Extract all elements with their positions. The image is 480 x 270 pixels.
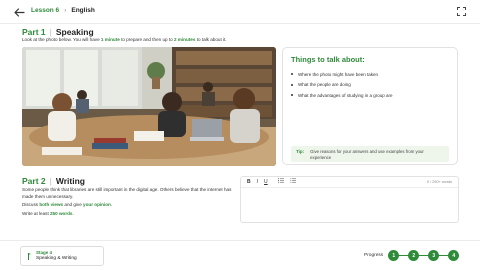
word-count: 0 / 250+ words [426, 180, 452, 184]
numbered-list-icon[interactable] [289, 177, 296, 188]
list-item: What the people are doing [291, 80, 393, 91]
list-item: What the advantages of studying in a gro… [291, 90, 393, 101]
heading-divider: | [49, 27, 52, 37]
underline-button[interactable]: U [264, 177, 268, 188]
back-arrow-icon[interactable] [13, 6, 25, 18]
part2-number: Part 2 [22, 176, 46, 186]
tip-text: Give reasons for your answers and use ex… [310, 149, 424, 160]
step-connector [439, 255, 449, 256]
top-bar: Lesson 6 › English [0, 0, 480, 24]
progress-label: Progress [364, 253, 384, 258]
essay-editor[interactable]: B I U 0 / 250+ words [240, 176, 459, 223]
bold-button[interactable]: B [247, 177, 251, 188]
editor-toolbar: B I U [241, 177, 458, 188]
breadcrumb-lesson[interactable]: Lesson 6 [31, 7, 59, 14]
heading-divider: | [49, 176, 52, 186]
part2-name: Writing [55, 176, 85, 186]
italic-button[interactable]: I [257, 177, 258, 188]
tip-box: Tip: Give reasons for your answers and u… [291, 146, 449, 162]
list-item: Where the photo might have been taken [291, 69, 393, 80]
fullscreen-icon[interactable] [457, 7, 466, 16]
flag-icon [26, 252, 31, 260]
part2-heading: Part 2 | Writing [22, 176, 85, 186]
part1-name: Speaking [55, 27, 94, 37]
stage-name: Speaking & Writing [36, 256, 77, 261]
breadcrumb: Lesson 6 › English [31, 7, 95, 14]
word-requirement: Write at least 250 words. [22, 211, 74, 216]
writing-prompt: Some people think that libraries are sti… [22, 187, 232, 199]
progress-step[interactable]: 2 [408, 250, 420, 261]
progress-step[interactable]: 3 [428, 250, 440, 261]
tip-label: Tip: [296, 149, 305, 154]
progress-step[interactable]: 1 [388, 250, 400, 261]
progress-tracker: Progress 1 2 3 4 [364, 250, 460, 261]
library-study-photo [22, 47, 276, 166]
breadcrumb-subject: English [71, 7, 95, 14]
talking-points-list: Where the photo might have been taken Wh… [291, 69, 393, 101]
stage-indicator[interactable]: Stage 4 Speaking & Writing [20, 246, 104, 266]
part1-number: Part 1 [22, 27, 46, 37]
chevron-right-icon: › [64, 7, 67, 14]
bulleted-list-icon[interactable] [277, 177, 284, 188]
step-connector [419, 255, 429, 256]
talking-points-card: Things to talk about: Where the photo mi… [282, 47, 458, 165]
part1-instructions: Look at the photo below. You will have 1… [22, 37, 227, 42]
writing-task: Discuss both views and give your opinion… [22, 202, 113, 207]
part1-heading: Part 1 | Speaking [22, 27, 94, 37]
step-connector [399, 255, 409, 256]
progress-step[interactable]: 4 [448, 250, 460, 261]
talking-points-title: Things to talk about: [291, 55, 365, 64]
